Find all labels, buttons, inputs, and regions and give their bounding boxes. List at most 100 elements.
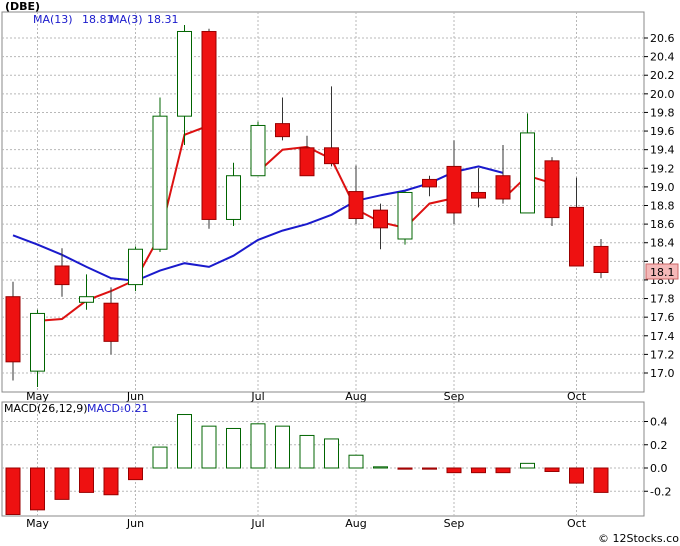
macd-bar	[275, 425, 290, 469]
price-tick-label: 20.6	[650, 32, 675, 45]
candle-body	[520, 132, 535, 214]
macd-bar	[544, 467, 560, 472]
macd-month-label: Aug	[345, 517, 366, 530]
price-tick-label: 18.6	[650, 218, 675, 231]
chart-svg: 17.017.217.417.617.818.018.218.418.618.8…	[0, 0, 680, 546]
candle-body	[275, 123, 290, 138]
macd-bar	[54, 467, 70, 500]
candle-body	[250, 124, 266, 177]
stock-chart: 17.0 17.2 17.4 17.6 17.8 18.0 18.2 18.4 18.6 18.8…	[0, 0, 680, 546]
candle-body	[422, 178, 437, 188]
macd-bar	[5, 467, 21, 515]
legend-ma3-label: MA(3)	[110, 13, 143, 26]
candle-body	[373, 209, 388, 229]
last-price-value: 18.1	[650, 266, 675, 279]
macd-tick-label: -0.2	[650, 485, 671, 498]
candle-body	[471, 191, 486, 199]
candle-body	[593, 245, 609, 273]
price-month-label: Sep	[444, 390, 465, 403]
price-tick-label: 19.6	[650, 125, 675, 138]
macd-month-label: Jul	[250, 517, 264, 530]
price-tick-label: 18.8	[650, 200, 675, 213]
price-tick-label: 19.0	[650, 181, 675, 194]
macd-bar	[299, 434, 315, 469]
price-tick-label: 19.2	[650, 162, 675, 175]
candle	[250, 121, 266, 177]
price-tick-label: 17.8	[650, 293, 675, 306]
price-tick-label: 17.0	[650, 367, 675, 380]
price-tick-label: 20.2	[650, 69, 675, 82]
watermark: © 12Stocks.com	[598, 532, 680, 545]
macd-bar	[79, 467, 94, 493]
candle-body	[54, 265, 70, 286]
price-tick-label: 19.4	[650, 144, 675, 157]
macd-params-label: MACD(26,12,9)	[4, 402, 88, 415]
macd-bar	[373, 466, 388, 469]
macd-bar	[250, 423, 266, 469]
candle-body	[226, 175, 241, 220]
macd-value-label: MACD:	[87, 402, 124, 415]
macd-tick-label: 0.2	[650, 439, 668, 452]
candle-body	[5, 296, 21, 363]
price-tick-label: 17.4	[650, 330, 675, 343]
candle-body	[544, 160, 560, 219]
macd-tick-label: 0.0	[650, 462, 668, 475]
ticker-label: (DBE)	[5, 0, 40, 13]
price-tick-label: 20.4	[650, 51, 675, 64]
macd-bar	[520, 462, 535, 469]
candle-body	[299, 147, 315, 177]
macd-month-label: Jun	[126, 517, 144, 530]
macd-bar	[152, 446, 168, 469]
price-month-label: Jul	[250, 390, 264, 403]
price-tick-label: 19.8	[650, 106, 675, 119]
legend-ma13-value: 18.81	[82, 13, 114, 26]
macd-bar	[324, 438, 339, 469]
candle	[397, 191, 413, 245]
macd-month-label: May	[26, 517, 49, 530]
price-tick-label: 20.0	[650, 88, 675, 101]
candle	[128, 246, 143, 292]
candle-body	[397, 191, 413, 240]
macd-bar	[422, 467, 437, 470]
candle	[544, 157, 560, 226]
candle-body	[103, 302, 119, 342]
macd-bar	[446, 467, 462, 474]
candle-body	[177, 30, 192, 117]
macd-bar	[30, 467, 45, 511]
price-tick-label: 18.4	[650, 237, 675, 250]
macd-bar	[593, 467, 609, 493]
candle-body	[201, 30, 217, 220]
candle-body	[348, 191, 364, 220]
candle-body	[569, 206, 584, 267]
candle-body	[128, 248, 143, 286]
price-tick-label: 17.6	[650, 311, 675, 324]
macd-bar	[471, 467, 486, 474]
candle	[152, 97, 168, 253]
macd-month-label: Sep	[444, 517, 465, 530]
candle-body	[324, 147, 339, 165]
candle-body	[495, 175, 511, 200]
price-tick-label: 17.2	[650, 348, 675, 361]
legend-ma13-label: MA(13)	[33, 13, 73, 26]
macd-bar	[569, 467, 584, 484]
macd-bar	[128, 467, 143, 481]
macd-value: -0.21	[120, 402, 148, 415]
macd-bar	[495, 467, 511, 474]
macd-bar	[177, 414, 192, 469]
legend-ma3-value: 18.31	[147, 13, 179, 26]
macd-bar	[348, 454, 364, 469]
macd-month-label: Oct	[567, 517, 587, 530]
candle-body	[152, 115, 168, 250]
macd-bar	[201, 425, 217, 469]
candle-body	[79, 296, 94, 303]
macd-panel	[1, 401, 645, 517]
macd-tick-label: 0.4	[650, 416, 668, 429]
macd-bar	[103, 467, 119, 496]
price-month-label: Oct	[567, 390, 587, 403]
candle-body	[446, 165, 462, 214]
macd-bar	[226, 427, 241, 469]
candle-body	[30, 312, 45, 372]
candle	[201, 28, 217, 229]
price-month-label: Aug	[345, 390, 366, 403]
macd-bar	[397, 467, 413, 470]
